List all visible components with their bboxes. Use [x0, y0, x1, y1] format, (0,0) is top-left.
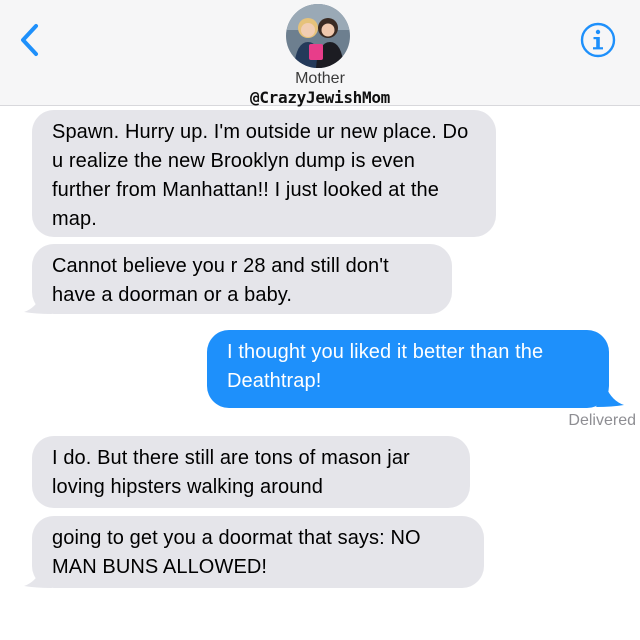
incoming-message[interactable]: Spawn. Hurry up. I'm outside ur new plac…: [32, 110, 496, 237]
outgoing-message[interactable]: I thought you liked it better than the D…: [207, 330, 609, 408]
conversation-header: Mother @CrazyJewishMom: [0, 0, 640, 107]
message-text: Cannot believe you r 28 and still don't …: [52, 255, 389, 306]
info-circle-icon[interactable]: [578, 20, 618, 60]
bubble-tail: [596, 387, 624, 407]
message-thread[interactable]: Spawn. Hurry up. I'm outside ur new plac…: [0, 106, 640, 640]
incoming-message[interactable]: I do. But there still are tons of mason …: [32, 436, 470, 508]
caption-handle: @CrazyJewishMom: [250, 88, 390, 107]
bubble-tail: [24, 568, 52, 588]
message-text: going to get you a doormat that says: NO…: [52, 527, 421, 578]
message-text: Spawn. Hurry up. I'm outside ur new plac…: [52, 121, 469, 230]
contact-avatar[interactable]: [286, 4, 350, 68]
incoming-message[interactable]: going to get you a doormat that says: NO…: [32, 516, 484, 588]
chevron-left-icon[interactable]: [14, 18, 50, 62]
message-text: I do. But there still are tons of mason …: [52, 447, 410, 498]
delivered-status: Delivered: [568, 412, 636, 429]
message-text: I thought you liked it better than the D…: [227, 341, 544, 392]
incoming-message[interactable]: Cannot believe you r 28 and still don't …: [32, 244, 452, 314]
bubble-tail: [24, 294, 52, 314]
contact-name[interactable]: Mother: [0, 70, 640, 88]
info-button[interactable]: [578, 20, 618, 60]
back-button[interactable]: [14, 18, 50, 62]
